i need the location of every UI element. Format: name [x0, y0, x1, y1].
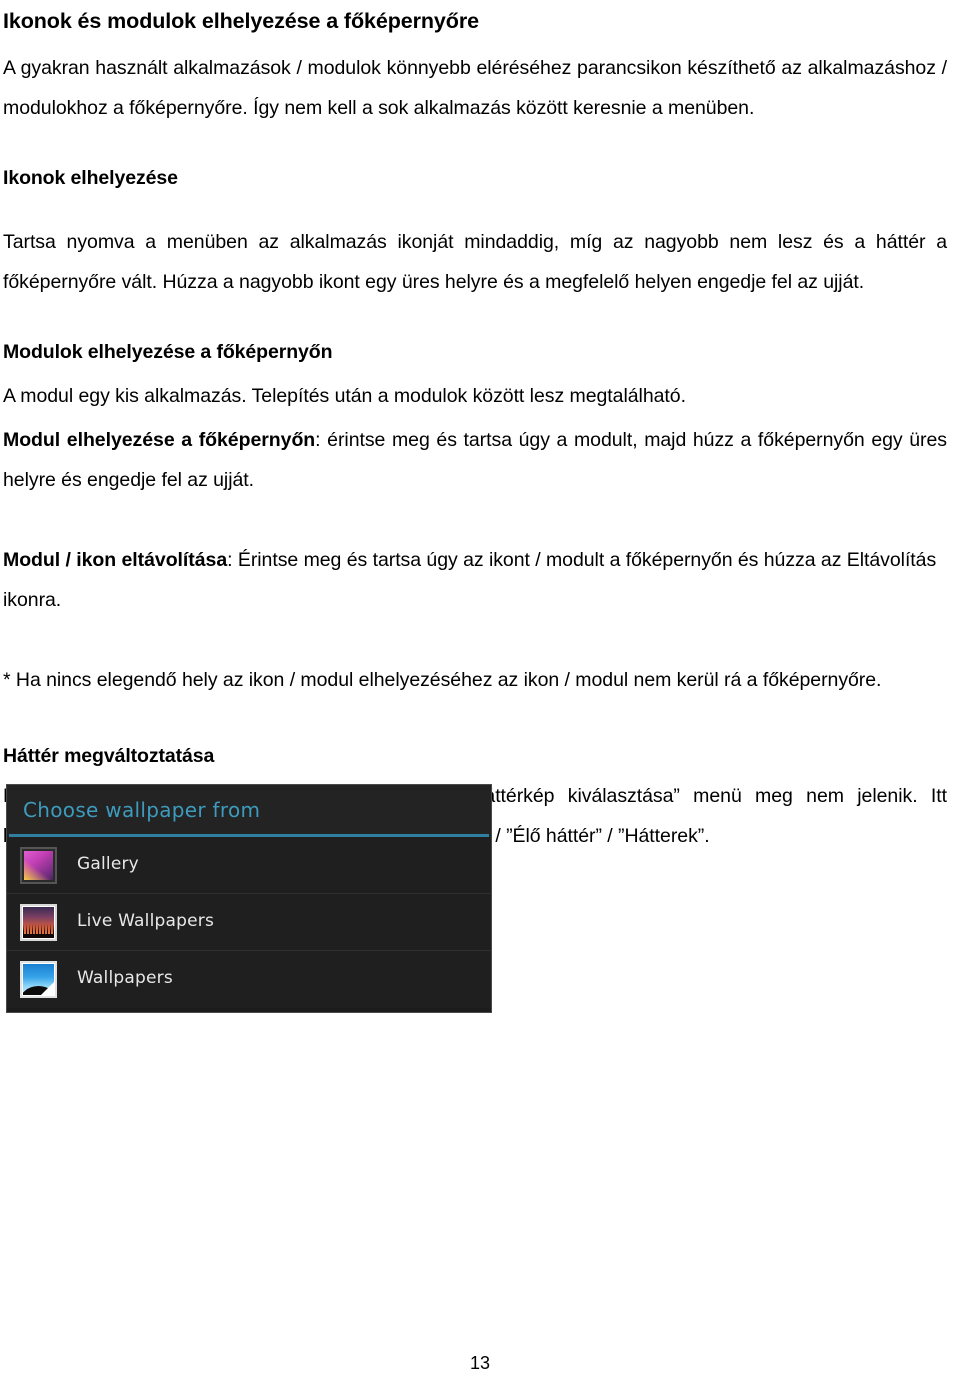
section-heading-widgets: Modulok elhelyezése a főképernyőn: [3, 341, 333, 363]
dialog-option-gallery[interactable]: Gallery: [7, 837, 491, 894]
remove-paragraph-lead: Modul / ikon eltávolítása: [3, 549, 228, 571]
dialog-option-wallpapers[interactable]: Wallpapers: [7, 951, 491, 1008]
dialog-option-list: Gallery Live Wallpapers Wallpapers: [7, 837, 491, 1008]
intro-paragraph: A gyakran használt alkalmazások / modulo…: [3, 57, 947, 119]
document-body: Ikonok és modulok elhelyezése a főképern…: [3, 6, 947, 856]
dialog-option-label: Wallpapers: [77, 968, 173, 988]
dialog-option-live-wallpapers[interactable]: Live Wallpapers: [7, 894, 491, 951]
wallpaper-photo-icon: [20, 961, 57, 998]
page-title: Ikonok és modulok elhelyezése a főképern…: [3, 9, 479, 33]
gallery-photo-icon: [20, 847, 57, 884]
dialog-header: Choose wallpaper from: [7, 785, 491, 837]
document-page: Ikonok és modulok elhelyezése a főképern…: [0, 0, 960, 1382]
dialog-title: Choose wallpaper from: [23, 798, 261, 822]
footnote-paragraph: * Ha nincs elegendő hely az ikon / modul…: [3, 669, 882, 691]
widget-placement-lead: Modul elhelyezése a főképernyőn: [3, 429, 316, 451]
section-body-icons: Tartsa nyomva a menüben az alkalmazás ik…: [3, 231, 947, 293]
section-heading-wallpaper: Háttér megváltoztatása: [3, 745, 215, 767]
page-number: 13: [469, 1353, 491, 1373]
dialog-option-label: Gallery: [77, 854, 139, 874]
android-wallpaper-dialog-screenshot: Choose wallpaper from Gallery Live Wallp…: [6, 784, 492, 1013]
live-wallpaper-icon: [20, 904, 57, 941]
remove-paragraph: Modul / ikon eltávolítása: Érintse meg é…: [3, 540, 947, 620]
section-body-widgets: A modul egy kis alkalmazás. Telepítés ut…: [3, 385, 686, 407]
section-heading-icons: Ikonok elhelyezése: [3, 167, 178, 189]
widget-placement-paragraph: Modul elhelyezése a főképernyőn: érintse…: [3, 420, 947, 500]
dialog-option-label: Live Wallpapers: [77, 911, 215, 931]
